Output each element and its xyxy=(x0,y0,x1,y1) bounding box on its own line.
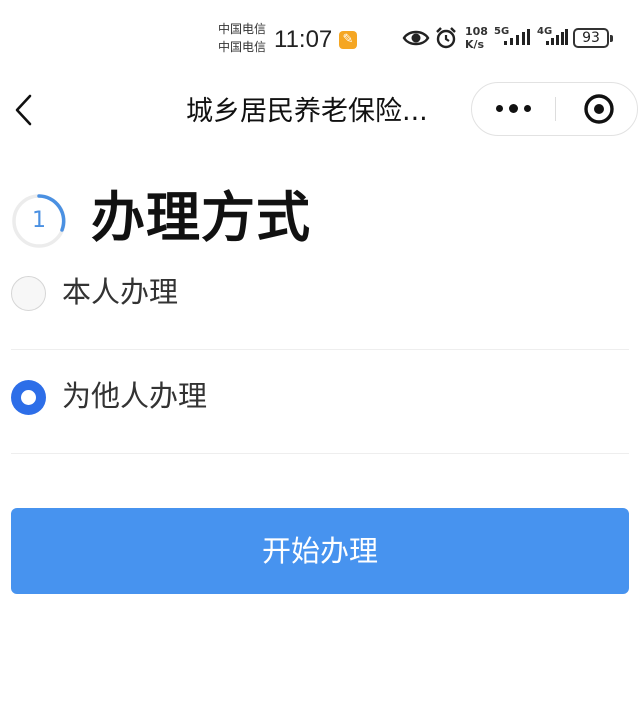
carrier-label-1: 中国电信 xyxy=(218,22,267,36)
signal-icon xyxy=(504,29,530,45)
mini-program-capsule xyxy=(471,82,638,136)
option-self[interactable]: 本人办理 xyxy=(11,248,629,338)
battery-indicator: 93 xyxy=(573,28,613,48)
radio-button-checked[interactable] xyxy=(11,380,46,415)
app-notification-icon: ✎ xyxy=(339,31,357,49)
option-label: 本人办理 xyxy=(62,275,179,309)
back-button[interactable] xyxy=(8,90,44,130)
nav-bar: 城乡居民养老保险... xyxy=(0,76,640,146)
more-button[interactable] xyxy=(472,83,555,134)
page: 中国电信 中国电信 11:07 ✎ 108 K/s 5G 4G 93 城乡居民养… xyxy=(0,0,640,728)
section-title: 办理方式 xyxy=(91,186,311,249)
eye-icon xyxy=(402,30,430,46)
network-speed: 108 K/s xyxy=(465,25,488,51)
status-bar: 中国电信 中国电信 11:07 ✎ 108 K/s 5G 4G 93 xyxy=(0,0,640,76)
divider xyxy=(11,349,629,350)
radio-button-unchecked[interactable] xyxy=(11,276,46,311)
carrier-label-2: 中国电信 xyxy=(218,40,267,54)
step-number: 1 xyxy=(32,208,46,233)
divider xyxy=(11,453,629,454)
network-speed-unit: K/s xyxy=(465,38,485,51)
carrier-info: 中国电信 中国电信 xyxy=(218,20,266,56)
step-indicator: 1 xyxy=(10,192,68,250)
signal-icon xyxy=(546,29,568,45)
option-for-others[interactable]: 为他人办理 xyxy=(11,352,629,442)
status-time: 11:07 xyxy=(274,26,333,53)
chevron-left-icon xyxy=(15,94,32,126)
more-dots-icon xyxy=(496,105,503,112)
start-button[interactable]: 开始办理 xyxy=(11,508,629,594)
option-label: 为他人办理 xyxy=(62,379,208,413)
close-mini-program-button[interactable] xyxy=(556,83,636,134)
page-title: 城乡居民养老保险... xyxy=(186,96,428,127)
network-speed-value: 108 xyxy=(465,25,488,38)
target-close-icon xyxy=(584,94,614,124)
alarm-icon xyxy=(436,27,456,49)
